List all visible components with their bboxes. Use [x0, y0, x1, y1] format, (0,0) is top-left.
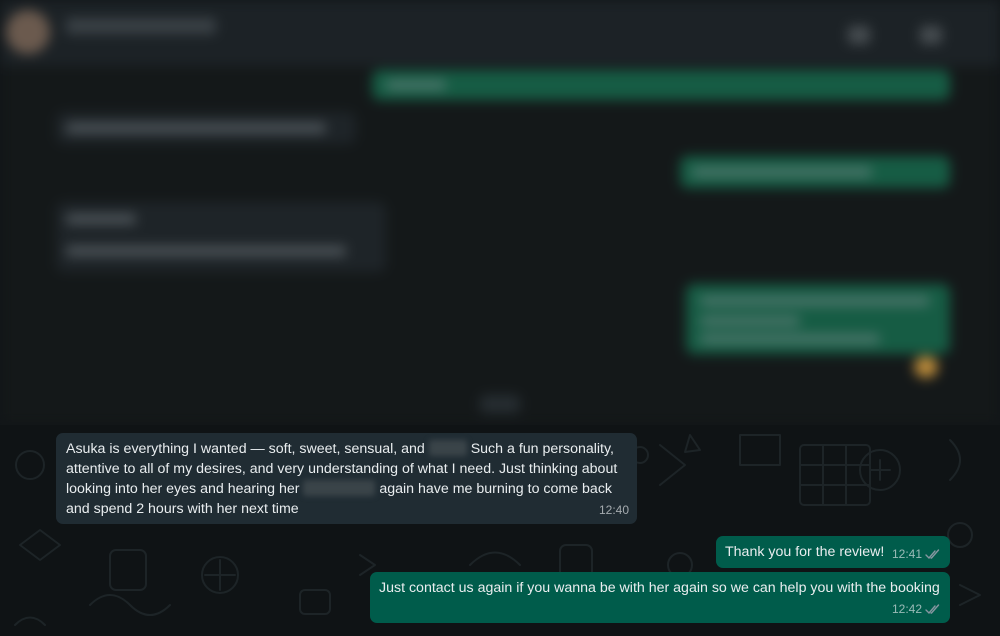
- video-call-icon[interactable]: [848, 26, 870, 44]
- message-time: 12:41: [891, 547, 922, 561]
- blurred-outgoing-message: [680, 156, 950, 188]
- search-icon[interactable]: [920, 26, 942, 44]
- redacted-text: [303, 480, 376, 496]
- message-time: 12:42: [891, 602, 922, 616]
- blurred-incoming-message: [56, 202, 386, 272]
- message-list: Asuka is everything I wanted — soft, swe…: [0, 425, 1000, 636]
- chat-header: [0, 0, 1000, 66]
- message-meta: 12:40: [599, 500, 629, 520]
- redacted-text: [428, 440, 467, 456]
- outgoing-message[interactable]: Just contact us again if you wanna be wi…: [370, 572, 950, 623]
- message-meta: 12:42: [892, 599, 942, 619]
- read-ticks-icon: [925, 603, 940, 614]
- outgoing-message[interactable]: Thank you for the review! 12:41: [716, 536, 950, 568]
- message-time: 12:40: [598, 503, 629, 517]
- date-divider: [480, 395, 520, 413]
- message-meta: 12:41: [892, 544, 942, 564]
- blurred-incoming-message: [56, 112, 356, 144]
- blurred-outgoing-message: [372, 70, 950, 100]
- avatar[interactable]: [6, 10, 50, 54]
- read-ticks-icon: [925, 548, 940, 559]
- incoming-message[interactable]: Asuka is everything I wanted — soft, swe…: [56, 433, 637, 524]
- chat-window: Asuka is everything I wanted — soft, swe…: [0, 0, 1000, 636]
- message-text: Just contact us again if you wanna be wi…: [379, 580, 940, 596]
- blurred-outgoing-message: [686, 284, 950, 354]
- blurred-conversation-history: [0, 0, 1000, 425]
- message-text: Asuka is everything I wanted — soft, swe…: [66, 440, 622, 517]
- contact-name-redacted[interactable]: [66, 18, 216, 34]
- reaction-emoji: [914, 356, 938, 378]
